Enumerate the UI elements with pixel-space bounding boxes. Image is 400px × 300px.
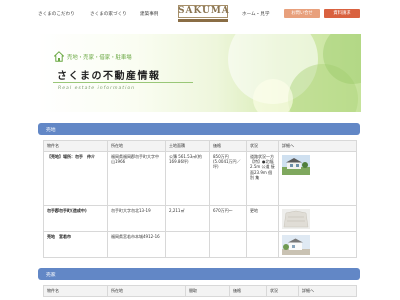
section-label: 売地 xyxy=(46,128,56,133)
hero-subtitle: Real estate information xyxy=(58,86,136,91)
col-header-status: 状況 xyxy=(246,140,279,152)
table-row[interactable]: 売地 宮若市 福岡県宮若市本城4912-16 xyxy=(43,231,357,258)
col-header-price: 価格 xyxy=(209,140,247,152)
property-photo[interactable] xyxy=(282,209,310,229)
logo-underline xyxy=(178,19,228,22)
property-price: 670万円～ xyxy=(209,205,247,232)
property-address: 福岡県福岡郡勿手町大字中山1966 xyxy=(107,151,166,206)
col-header-address: 所在地 xyxy=(107,285,186,297)
col-header-area: 土地面積 xyxy=(165,140,210,152)
property-status: 更地 xyxy=(246,205,279,232)
nav-item-jirei[interactable]: 建築事例 xyxy=(140,11,158,17)
page-title: さくまの不動産情報 xyxy=(57,71,161,82)
detail-cell xyxy=(278,151,357,206)
land-table: 物件名 所在地 土地面積 価格 状況 詳細へ 【売地】場所：勿手 仲介 福岡県福… xyxy=(43,140,357,258)
hero-bokeh xyxy=(253,79,293,112)
property-area xyxy=(165,231,210,258)
request-docs-button[interactable]: 資料請求 xyxy=(324,9,360,18)
section-header-house: 売家 xyxy=(38,268,360,280)
property-name[interactable]: 売地 宮若市 xyxy=(43,231,108,258)
logo-text: SAKUMA xyxy=(178,6,230,16)
section-label: 売家 xyxy=(46,273,56,278)
col-header-name: 物件名 xyxy=(43,285,108,297)
site-header: さくまのこだわり さくまの家づくり 建築事例 SAKUMA ホーム・見学 お問い… xyxy=(0,0,400,26)
hero-category: 売地・売家・借家・駐車場 xyxy=(67,55,132,61)
property-area: 2,211㎡ xyxy=(165,205,210,232)
detail-cell xyxy=(278,205,357,232)
site-logo[interactable]: SAKUMA xyxy=(178,5,230,22)
property-address: 福岡県宮若市本城4912-16 xyxy=(107,231,166,258)
table-row[interactable]: 勿手郡勿手町(造成中) 勿手町大字勿北13-19 2,211㎡ 670万円～ 更… xyxy=(43,205,357,232)
col-header-status: 状況 xyxy=(266,285,299,297)
table-header-row: 物件名 所在地 間取 価格 状況 詳細へ xyxy=(43,285,357,297)
property-photo[interactable] xyxy=(282,235,310,255)
col-header-detail: 詳細へ xyxy=(278,140,357,152)
house-table: 物件名 所在地 間取 価格 状況 詳細へ xyxy=(43,285,357,297)
property-status: 道路状況一方【特】●北幅2.5m 公道 接面23.9m 個別 集 xyxy=(246,151,279,206)
property-price xyxy=(209,231,247,258)
house-icon xyxy=(54,51,64,62)
table-row[interactable]: 【売地】場所：勿手 仲介 福岡県福岡郡勿手町大字中山1966 公簿 561.53… xyxy=(43,151,357,206)
hero-banner: 売地・売家・借家・駐車場 さくまの不動産情報 Real estate infor… xyxy=(38,34,361,112)
property-photo[interactable] xyxy=(282,155,310,175)
section-header-land: 売地 xyxy=(38,123,360,135)
col-header-price: 価格 xyxy=(229,285,267,297)
property-address: 勿手町大字勿北13-19 xyxy=(107,205,166,232)
property-status xyxy=(246,231,279,258)
col-header-detail: 詳細へ xyxy=(298,285,357,297)
property-name[interactable]: 勿手郡勿手町(造成中) xyxy=(43,205,108,232)
property-name[interactable]: 【売地】場所：勿手 仲介 xyxy=(43,151,108,206)
col-header-layout: 間取 xyxy=(185,285,230,297)
nav-item-kodawari[interactable]: さくまのこだわり xyxy=(38,11,75,17)
col-header-address: 所在地 xyxy=(107,140,166,152)
table-header-row: 物件名 所在地 土地面積 価格 状況 詳細へ xyxy=(43,140,357,152)
contact-button[interactable]: お問い合せ xyxy=(284,9,320,18)
hero-divider xyxy=(53,82,193,83)
col-header-name: 物件名 xyxy=(43,140,108,152)
property-area: 公簿 561.53㎡(約169.86坪) xyxy=(165,151,210,206)
nav-item-home[interactable]: ホーム・見学 xyxy=(242,11,269,17)
nav-item-iezukuri[interactable]: さくまの家づくり xyxy=(90,11,127,17)
property-price: 850万円(5.0041万円／坪) xyxy=(209,151,247,206)
detail-cell xyxy=(278,231,357,258)
